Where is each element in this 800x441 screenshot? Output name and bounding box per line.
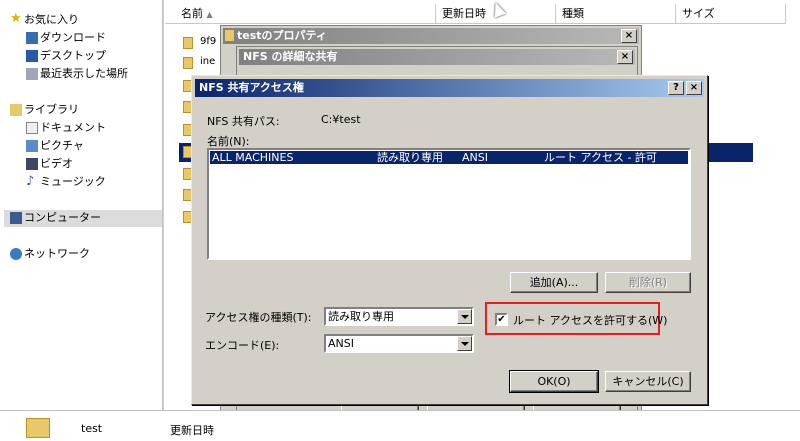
download-folder-icon	[26, 32, 38, 44]
nav-item-network[interactable]: ネットワーク	[10, 246, 90, 262]
root-access-checkbox-label[interactable]: ルート アクセスを許可する(W)	[513, 312, 667, 328]
names-label: 名前(N):	[207, 135, 250, 148]
entry-access: 読み取り専用	[377, 151, 443, 164]
nfs-advanced-title: NFS の詳細な共有 ×	[239, 49, 635, 65]
nav-item-documents[interactable]: ドキュメント	[26, 120, 106, 136]
column-header-name[interactable]: 名前 ▲	[165, 4, 436, 24]
file-name[interactable]: ine	[200, 56, 215, 67]
encode-label: エンコード(E):	[205, 339, 280, 352]
nav-item-videos[interactable]: ビデオ	[26, 156, 73, 172]
folder-icon	[26, 418, 50, 438]
add-button[interactable]: 追加(A)...	[510, 272, 598, 293]
video-icon	[26, 158, 38, 170]
nav-item-pictures[interactable]: ピクチャ	[26, 138, 84, 154]
file-name[interactable]: 9f9	[200, 36, 216, 47]
chevron-down-icon[interactable]	[457, 309, 472, 324]
folder-icon	[225, 30, 234, 41]
nav-item-recent[interactable]: 最近表示した場所	[26, 66, 128, 82]
folder-icon	[183, 57, 193, 69]
document-icon	[26, 122, 38, 134]
folder-icon	[183, 37, 193, 49]
close-button[interactable]: ×	[617, 50, 633, 64]
library-icon	[10, 104, 22, 116]
entry-root-access: ルート アクセス - 許可	[544, 151, 657, 164]
nav-item-downloads[interactable]: ダウンロード	[26, 30, 106, 46]
share-path-value: C:¥test	[321, 113, 361, 126]
music-icon: ♪	[26, 174, 35, 189]
selected-folder-name: test	[81, 422, 103, 435]
encode-select[interactable]: ANSI	[324, 334, 474, 353]
details-pane: test 更新日時	[0, 410, 800, 441]
column-header-type[interactable]: 種類	[556, 4, 676, 24]
pictures-icon	[26, 140, 38, 152]
highlight-frame: ✔ ルート アクセスを許可する(W)	[485, 302, 667, 335]
share-path-label: NFS 共有パス:	[207, 115, 280, 128]
sort-ascending-icon: ▲	[206, 10, 213, 19]
properties-dialog-title: testのプロパティ ×	[223, 28, 639, 44]
modified-label: 更新日時	[170, 424, 214, 437]
navigation-pane: ★ お気に入り ダウンロード デスクトップ 最近表示した場所 ライブラリ ドキュ…	[0, 0, 163, 410]
help-button[interactable]: ?	[668, 81, 684, 95]
nav-item-desktop[interactable]: デスクトップ	[26, 48, 106, 64]
desktop-icon	[26, 50, 38, 62]
access-type-label: アクセス権の種類(T):	[205, 311, 312, 324]
list-item[interactable]: ALL MACHINES 読み取り専用 ANSI ルート アクセス - 許可	[210, 151, 688, 164]
star-icon: ★	[10, 11, 22, 26]
column-header-size[interactable]: サイズ	[676, 4, 786, 24]
entry-name: ALL MACHINES	[212, 151, 294, 164]
close-button[interactable]: ×	[686, 81, 702, 95]
nav-item-music[interactable]: ♪ ミュージック	[26, 174, 106, 190]
ok-button[interactable]: OK(O)	[509, 370, 599, 393]
entry-encoding: ANSI	[462, 151, 488, 164]
nav-item-computer[interactable]: コンピューター	[10, 210, 101, 226]
nfs-share-permissions-dialog: NFS 共有アクセス権 ? × NFS 共有パス: C:¥test 名前(N):…	[191, 75, 708, 405]
chevron-down-icon[interactable]	[457, 336, 472, 351]
computer-icon	[10, 212, 22, 224]
permissions-listbox[interactable]: ALL MACHINES 読み取り専用 ANSI ルート アクセス - 許可	[207, 148, 691, 260]
access-type-select[interactable]: 読み取り専用	[324, 307, 474, 326]
network-icon	[10, 248, 22, 260]
remove-button[interactable]: 削除(R)	[605, 272, 691, 293]
nav-item-libraries[interactable]: ライブラリ	[10, 102, 79, 118]
dialog-title-bar: NFS 共有アクセス権 ? ×	[195, 79, 704, 97]
close-button[interactable]: ×	[621, 29, 637, 43]
nav-item-favorites[interactable]: ★ お気に入り	[10, 12, 79, 28]
recent-places-icon	[26, 68, 38, 80]
root-access-checkbox[interactable]: ✔	[495, 313, 508, 326]
cancel-button[interactable]: キャンセル(C)	[605, 371, 691, 392]
